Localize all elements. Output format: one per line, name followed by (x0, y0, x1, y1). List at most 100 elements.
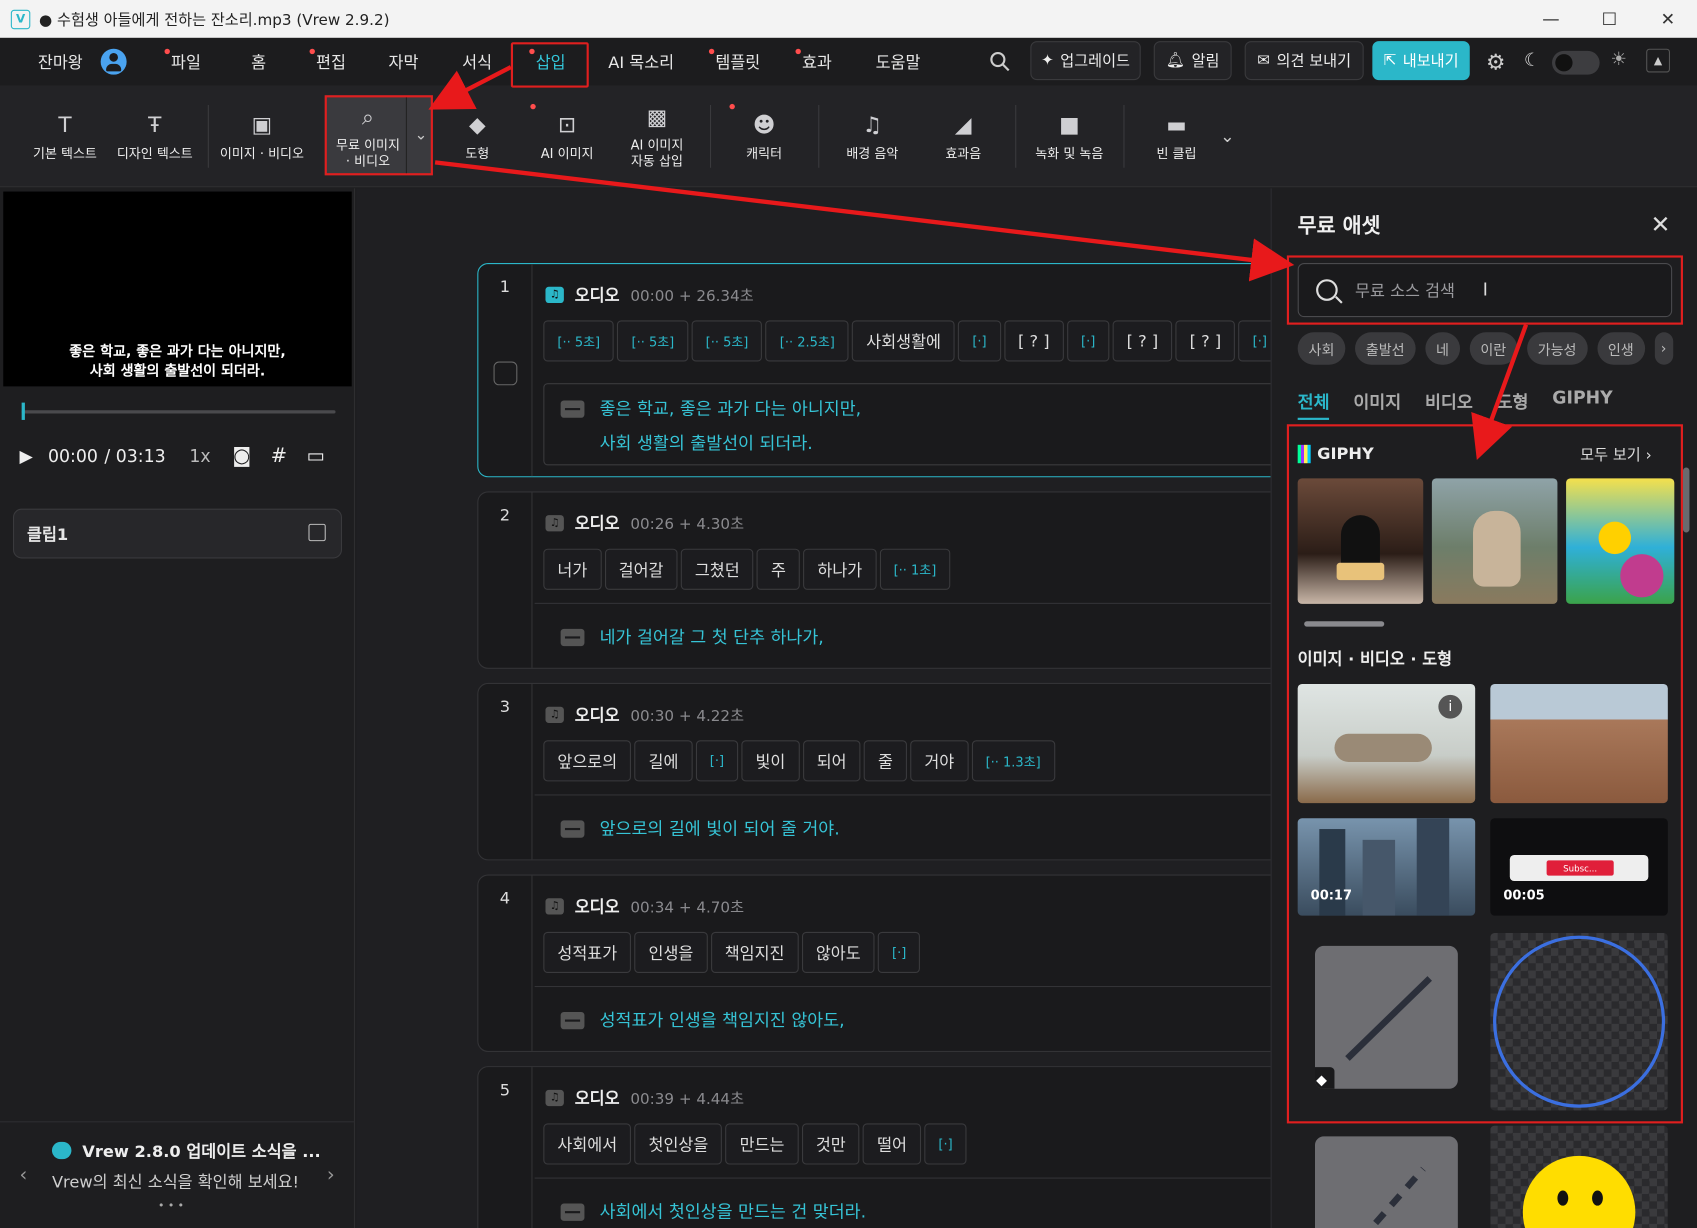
video-preview[interactable]: 좋은 학교, 좋은 과가 다는 아니지만, 사회 생활의 출발선이 되더라. (3, 191, 352, 387)
news-title[interactable]: Vrew 2.8.0 업데이트 소식을 ... (82, 1140, 320, 1163)
word-chip[interactable]: 책임지진 (710, 931, 799, 973)
word-chip[interactable]: [·] (877, 931, 921, 973)
word-chip[interactable]: 되어 (802, 740, 861, 782)
tool-record[interactable]: ■ 녹화 및 녹음 (1028, 86, 1110, 188)
word-chip[interactable]: [·] (924, 1123, 967, 1165)
subtitle-line1[interactable]: 성적표가 인생을 책임지진 않아도, (600, 1003, 845, 1038)
clip-1[interactable]: 1 ♫ 오디오 00:00 + 26.34초 [·· 5초] [·· 5초] [… (477, 262, 1271, 478)
tab-video[interactable]: 비디오 (1425, 387, 1473, 419)
tab-shape[interactable]: 도형 (1497, 387, 1529, 419)
word-chip[interactable]: 첫인상을 (634, 1123, 723, 1165)
collapse-ribbon-icon[interactable]: ▲ (1646, 48, 1670, 73)
word-chip[interactable]: 줄 (863, 740, 908, 782)
tool-empty-clip[interactable]: ▬ 빈 클립 (1139, 86, 1215, 188)
keyword-chip[interactable]: 가능성 (1526, 332, 1588, 365)
shape-thumbnail[interactable] (1490, 1125, 1668, 1228)
news-next-button[interactable]: › (327, 1163, 335, 1186)
tool-shape[interactable]: ◆ 도형 (448, 86, 506, 188)
menu-subtitle[interactable]: 자막 (389, 38, 419, 86)
shape-thumbnail[interactable]: ◆ (1314, 945, 1458, 1089)
word-chip[interactable]: 인생을 (634, 931, 708, 973)
horizontal-scrollbar[interactable] (1304, 621, 1385, 627)
maximize-button[interactable]: ☐ (1580, 0, 1638, 38)
menu-home[interactable]: 홈 (251, 38, 266, 86)
vertical-scrollbar[interactable] (1682, 467, 1690, 533)
keyword-chip[interactable]: 인생 (1597, 332, 1645, 365)
word-chip[interactable]: 하나가 (803, 548, 877, 590)
tool-image-video[interactable]: ▣ 이미지 · 비디오 (216, 86, 307, 188)
menu-help[interactable]: 도움말 (876, 38, 921, 86)
theme-toggle[interactable] (1552, 50, 1600, 75)
alerts-button[interactable]: 🔔︎ 알림 (1153, 41, 1232, 81)
tool-sound-effect[interactable]: ◢ 효과음 (924, 86, 1002, 188)
play-icon[interactable]: ▶ (19, 445, 32, 466)
shape-thumbnail[interactable] (1314, 1136, 1458, 1228)
word-chip[interactable]: [·] (958, 320, 1001, 362)
subtitle-toggle-icon[interactable]: ▭ (307, 444, 325, 467)
word-chip[interactable]: 않아도 (801, 931, 875, 973)
word-chip[interactable]: 빛이 (741, 740, 800, 782)
tool-basic-text[interactable]: T 기본 텍스트 (24, 86, 106, 188)
word-chip[interactable]: 만드는 (725, 1123, 799, 1165)
giphy-thumbnail[interactable] (1431, 478, 1558, 604)
menu-edit[interactable]: 편집 (309, 38, 346, 86)
video-thumbnail[interactable]: 00:17 (1297, 818, 1476, 916)
word-chip[interactable]: [·· 5초] (691, 320, 763, 362)
info-icon[interactable]: i (1438, 694, 1463, 719)
word-chip[interactable]: 길에 (634, 740, 693, 782)
subtitle-line1[interactable]: 사회에서 첫인상을 만드는 건 맞더라. (600, 1195, 866, 1228)
word-chip[interactable]: [·] (695, 740, 739, 782)
menu-format[interactable]: 서식 (462, 38, 492, 86)
timeline-scrubber[interactable] (21, 402, 336, 420)
word-chip[interactable]: 사회생활에 (852, 320, 956, 362)
clip-3[interactable]: 3 ♫ 오디오 00:30 + 4.22초 앞으로의 길에 [·] 빛이 되어 … (477, 682, 1271, 861)
keyword-chip[interactable]: 네 (1425, 332, 1460, 365)
tool-free-image-video[interactable]: ⌕ 무료 이미지 · 비디오 (325, 86, 412, 188)
word-chip[interactable]: 떨어 (863, 1123, 922, 1165)
asset-search-input[interactable]: 무료 소스 검색 I (1297, 262, 1673, 318)
word-chip[interactable]: 것만 (801, 1123, 860, 1165)
menu-effects[interactable]: 효과 (795, 38, 832, 86)
free-image-dropdown[interactable]: ⌄ (409, 86, 433, 188)
tool-design-text[interactable]: Ŧ 디자인 텍스트 (113, 86, 197, 188)
feedback-button[interactable]: ✉ 의견 보내기 (1244, 41, 1364, 81)
word-chip[interactable]: [ ? ] (1175, 320, 1236, 362)
word-chip[interactable]: [·· 1.3초] (971, 740, 1055, 782)
word-chip[interactable]: 걸어갈 (604, 548, 678, 590)
tab-giphy[interactable]: GIPHY (1552, 387, 1612, 419)
keyword-chip[interactable]: 이란 (1469, 332, 1518, 365)
clip-checkbox[interactable] (493, 361, 518, 386)
subtitle-line1[interactable]: 앞으로의 길에 빛이 되어 줄 거야. (600, 812, 840, 847)
subtitle-line1[interactable]: 좋은 학교, 좋은 과가 다는 아니지만, (600, 392, 862, 427)
keyword-chip[interactable]: 출발선 (1354, 332, 1416, 365)
word-chip[interactable]: [ ? ] (1003, 320, 1064, 362)
minimize-button[interactable]: — (1522, 0, 1580, 38)
clip-4[interactable]: 4 ♫ 오디오 00:34 + 4.70초 성적표가 인생을 책임지진 않아도 … (477, 874, 1271, 1052)
upgrade-button[interactable]: ✦ 업그레이드 (1030, 41, 1141, 81)
image-thumbnail[interactable] (1490, 684, 1668, 804)
chips-next-icon[interactable]: › (1654, 332, 1673, 365)
external-link-icon[interactable] (308, 523, 326, 542)
grid-icon[interactable]: # (271, 444, 287, 467)
word-chip[interactable]: [·· 5초] (617, 320, 689, 362)
close-window-button[interactable]: ✕ (1639, 0, 1697, 38)
clip-card[interactable]: 클립1 (12, 508, 343, 559)
tool-ai-image-auto[interactable]: ▩ AI 이미지 자동 삽입 (617, 86, 697, 188)
word-chip[interactable]: [·· 2.5초] (765, 320, 849, 362)
word-chip[interactable]: 앞으로의 (543, 740, 632, 782)
keyword-chip[interactable]: 사회 (1297, 332, 1346, 365)
giphy-thumbnail[interactable] (1297, 478, 1424, 604)
tool-character[interactable]: ☻ 캐릭터 (725, 86, 803, 188)
word-chip[interactable]: 거야 (910, 740, 969, 782)
export-button[interactable]: ⇱ 내보내기 (1372, 41, 1470, 81)
subtitle-line2[interactable]: 사회 생활의 출발선이 되더라. (600, 426, 813, 461)
avatar-icon[interactable] (100, 48, 127, 75)
user-name[interactable]: 잔마왕 (38, 38, 83, 86)
word-chip[interactable]: [ ? ] (1112, 320, 1173, 362)
screenshot-icon[interactable]: ◙ (232, 444, 251, 467)
word-chip[interactable]: 사회에서 (543, 1123, 632, 1165)
word-chip[interactable]: 너가 (543, 548, 602, 590)
see-all-link[interactable]: 모두 보기 › (1580, 444, 1651, 466)
tool-ai-image[interactable]: ⊡ AI 이미지 (526, 86, 608, 188)
menu-template[interactable]: 템플릿 (708, 38, 760, 86)
